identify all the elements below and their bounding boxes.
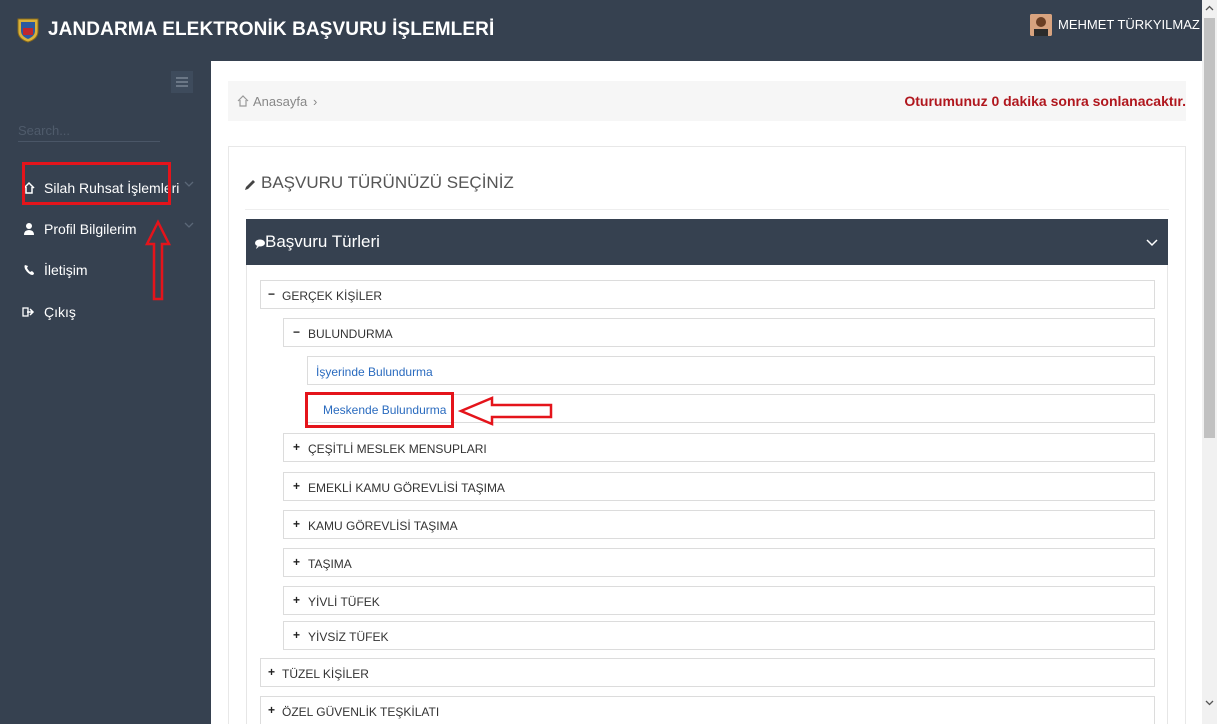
tree-node-ozel-guvenlik[interactable]: + ÖZEL GÜVENLİK TEŞKİLATI bbox=[260, 696, 1155, 724]
tree-node-cesitli-meslek[interactable]: + ÇEŞİTLİ MESLEK MENSUPLARI bbox=[283, 433, 1155, 462]
page-title: BAŞVURU TÜRÜNÜZÜ SEÇİNİZ bbox=[261, 173, 514, 192]
user-icon bbox=[24, 223, 34, 235]
chevron-down-icon bbox=[184, 181, 194, 187]
page-scrollbar[interactable] bbox=[1202, 0, 1217, 724]
scroll-down-icon[interactable] bbox=[1205, 698, 1214, 707]
sidebar-toggle-icon[interactable] bbox=[171, 71, 193, 93]
title-divider bbox=[245, 209, 1169, 210]
collapse-icon: − bbox=[268, 287, 276, 301]
tree-node-label: YİVSİZ TÜFEK bbox=[308, 630, 389, 644]
jandarma-logo-icon bbox=[17, 18, 39, 43]
tree-node-label: BULUNDURMA bbox=[308, 327, 393, 341]
left-arrow-annotation-icon bbox=[457, 396, 553, 426]
scrollbar-thumb[interactable] bbox=[1204, 18, 1215, 438]
panel-title: Başvuru Türleri bbox=[265, 232, 380, 251]
tree-node-yivsiz-tufek[interactable]: + YİVSİZ TÜFEK bbox=[283, 621, 1155, 650]
sidebar: Silah Ruhsat İşlemleri Profil Bilgilerim… bbox=[0, 61, 211, 724]
sidebar-item-label: Profil Bilgilerim bbox=[44, 221, 137, 237]
tree-node-label: EMEKLİ KAMU GÖREVLİSİ TAŞIMA bbox=[308, 481, 505, 495]
tree-node-isyerinde-bulundurma[interactable]: İşyerinde Bulundurma bbox=[307, 356, 1155, 385]
tree-node-gercek-kisiler[interactable]: − GERÇEK KİŞİLER bbox=[260, 280, 1155, 309]
tree-node-tasima[interactable]: + TAŞIMA bbox=[283, 548, 1155, 577]
tree-node-bulundurma[interactable]: − BULUNDURMA bbox=[283, 318, 1155, 347]
sidebar-item-profil[interactable]: Profil Bilgilerim bbox=[0, 211, 211, 247]
pencil-icon bbox=[245, 180, 255, 190]
user-name[interactable]: MEHMET TÜRKYILMAZ bbox=[1058, 17, 1200, 32]
expand-icon: + bbox=[268, 665, 276, 679]
tree-node-emekli-kamu[interactable]: + EMEKLİ KAMU GÖREVLİSİ TAŞIMA bbox=[283, 472, 1155, 501]
tree-node-label: YİVLİ TÜFEK bbox=[308, 595, 380, 609]
expand-icon: + bbox=[293, 479, 301, 493]
scroll-up-icon[interactable] bbox=[1205, 4, 1214, 13]
expand-icon: + bbox=[293, 440, 301, 454]
tree-node-label: KAMU GÖREVLİSİ TAŞIMA bbox=[308, 519, 458, 533]
phone-icon bbox=[24, 265, 34, 275]
up-arrow-annotation-icon bbox=[144, 219, 172, 301]
tree-node-tuzel-kisiler[interactable]: + TÜZEL KİŞİLER bbox=[260, 658, 1155, 687]
highlight-box-meskende bbox=[305, 392, 454, 428]
breadcrumb-separator: › bbox=[313, 94, 318, 109]
collapse-icon: − bbox=[293, 325, 301, 339]
tree-node-label: TÜZEL KİŞİLER bbox=[282, 667, 369, 681]
top-header: JANDARMA ELEKTRONİK BAŞVURU İŞLEMLERİ ME… bbox=[0, 0, 1202, 61]
chevron-down-icon bbox=[184, 222, 194, 228]
breadcrumb-home-link[interactable]: Anasayfa bbox=[253, 94, 307, 109]
breadcrumb: Anasayfa › Oturumunuz 0 dakika sonra son… bbox=[228, 81, 1186, 121]
sidebar-item-iletisim[interactable]: İletişim bbox=[0, 252, 211, 288]
sidebar-item-label: Çıkış bbox=[44, 304, 76, 320]
expand-icon: + bbox=[293, 593, 301, 607]
user-avatar[interactable] bbox=[1030, 14, 1052, 36]
tree-node-label: GERÇEK KİŞİLER bbox=[282, 289, 383, 303]
app-title: JANDARMA ELEKTRONİK BAŞVURU İŞLEMLERİ bbox=[48, 19, 495, 40]
sign-out-icon bbox=[22, 307, 35, 317]
application-type-tree: − GERÇEK KİŞİLER − BULUNDURMA İşyerinde … bbox=[246, 265, 1168, 724]
tree-node-label: TAŞIMA bbox=[308, 557, 352, 571]
expand-icon: + bbox=[268, 703, 276, 717]
tree-node-yivli-tufek[interactable]: + YİVLİ TÜFEK bbox=[283, 586, 1155, 615]
chevron-down-icon[interactable] bbox=[1146, 236, 1158, 248]
panel-header[interactable]: Başvuru Türleri bbox=[246, 219, 1168, 265]
tree-node-kamu-gorevlisi[interactable]: + KAMU GÖREVLİSİ TAŞIMA bbox=[283, 510, 1155, 539]
sidebar-search-input[interactable] bbox=[18, 120, 160, 142]
tree-node-label: ÖZEL GÜVENLİK TEŞKİLATI bbox=[282, 705, 440, 719]
tree-node-label: İşyerinde Bulundurma bbox=[316, 365, 433, 379]
expand-icon: + bbox=[293, 555, 301, 569]
sidebar-item-label: İletişim bbox=[44, 262, 88, 278]
expand-icon: + bbox=[293, 628, 301, 642]
tree-node-label: ÇEŞİTLİ MESLEK MENSUPLARI bbox=[308, 442, 487, 456]
sidebar-item-cikis[interactable]: Çıkış bbox=[0, 294, 211, 330]
session-warning: Oturumunuz 0 dakika sonra sonlanacaktır. bbox=[904, 93, 1186, 109]
expand-icon: + bbox=[293, 517, 301, 531]
highlight-box-silah-ruhsat bbox=[22, 162, 171, 205]
home-icon bbox=[237, 95, 249, 107]
